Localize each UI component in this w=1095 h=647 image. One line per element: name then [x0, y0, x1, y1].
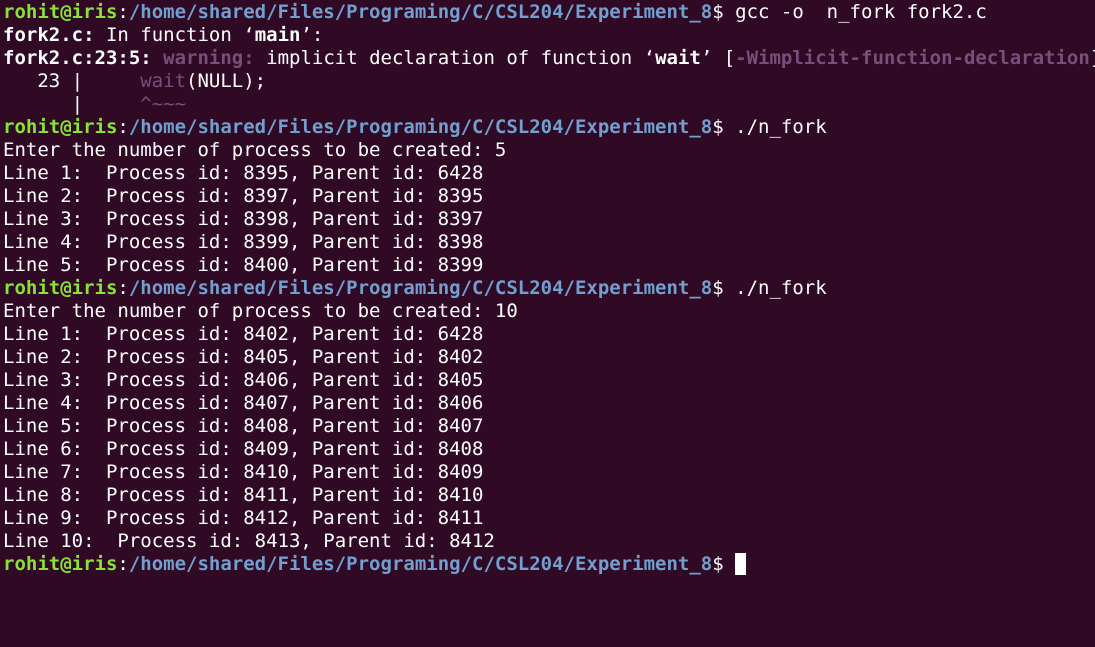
compiler-quote-open: ‘: [643, 47, 656, 69]
compiler-caret-line: | ^~~~: [3, 93, 1095, 116]
compiler-caret: ^~~~: [140, 93, 187, 115]
compiler-quote-close: ’ [: [700, 47, 736, 69]
terminal-line-prompt-active[interactable]: rohit@iris:/home/shared/Files/Programing…: [3, 553, 1095, 576]
output-line: Line 5: Process id: 8400, Parent id: 839…: [3, 254, 484, 276]
compiler-bracket-close: ]: [1090, 47, 1095, 69]
prompt-path: /home/shared/Files/Programing/C/CSL204/E…: [128, 277, 713, 299]
terminal-line-prompt: rohit@iris:/home/shared/Files/Programing…: [3, 116, 1095, 139]
prompt-path: /home/shared/Files/Programing/C/CSL204/E…: [128, 553, 713, 575]
terminal-window[interactable]: rohit@iris:/home/shared/Files/Programing…: [0, 0, 1095, 647]
command-text: gcc -o n_fork fork2.c: [735, 1, 987, 23]
compiler-text: In function: [94, 24, 244, 46]
prompt-symbol: $: [712, 1, 736, 23]
compiler-source-line: 23 | wait(NULL);: [3, 70, 1095, 93]
output-line: Line 3: Process id: 8398, Parent id: 839…: [3, 208, 484, 230]
command-text: ./n_fork: [735, 277, 827, 299]
compiler-location: fork2.c:23:5:: [3, 47, 152, 69]
compiler-warning-label: warning:: [163, 47, 255, 69]
terminal-line-prompt: rohit@iris:/home/shared/Files/Programing…: [3, 1, 1095, 24]
terminal-cursor[interactable]: [735, 553, 747, 575]
prompt-path: /home/shared/Files/Programing/C/CSL204/E…: [128, 1, 713, 23]
compiler-warning-text: implicit declaration of function: [254, 47, 644, 69]
prompt-user-host: rohit@iris: [3, 553, 118, 575]
output-line: Line 1: Process id: 8395, Parent id: 642…: [3, 162, 484, 184]
prompt-user-host: rohit@iris: [3, 277, 118, 299]
output-line: Line 5: Process id: 8408, Parent id: 840…: [3, 415, 484, 437]
compiler-quote-open: ‘: [243, 24, 255, 46]
prompt-user-host: rohit@iris: [3, 1, 118, 23]
output-line: Line 2: Process id: 8405, Parent id: 840…: [3, 346, 484, 368]
output-line: Line 4: Process id: 8407, Parent id: 840…: [3, 392, 484, 414]
output-line: Line 3: Process id: 8406, Parent id: 840…: [3, 369, 484, 391]
command-text: ./n_fork: [735, 116, 827, 138]
output-line: Line 9: Process id: 8412, Parent id: 841…: [3, 507, 484, 529]
output-line: Line 6: Process id: 8409, Parent id: 840…: [3, 438, 484, 460]
compiler-function-name: main: [254, 24, 301, 46]
prompt-user-host: rohit@iris: [3, 116, 118, 138]
compiler-warning-line: fork2.c:23:5: warning: implicit declarat…: [3, 47, 1095, 70]
prompt-symbol: $: [712, 553, 736, 575]
compiler-space: [152, 47, 163, 69]
compiler-code: (NULL);: [186, 70, 267, 92]
output-line: Line 2: Process id: 8397, Parent id: 839…: [3, 185, 484, 207]
compiler-quote-close: ’:: [300, 24, 324, 46]
compiler-code-highlight: wait: [140, 70, 187, 92]
compiler-gutter: |: [3, 93, 141, 115]
compiler-warning-flag: -Wimplicit-function-declaration: [735, 47, 1090, 69]
prompt-colon: :: [117, 116, 129, 138]
prompt-colon: :: [117, 277, 129, 299]
compiler-function-name: wait: [655, 47, 701, 69]
prompt-symbol: $: [712, 116, 736, 138]
compiler-message-line: fork2.c: In function ‘main’:: [3, 24, 1095, 47]
prompt-path: /home/shared/Files/Programing/C/CSL204/E…: [128, 116, 713, 138]
output-line: Line 8: Process id: 8411, Parent id: 841…: [3, 484, 484, 506]
output-line: Line 10: Process id: 8413, Parent id: 84…: [3, 530, 495, 552]
compiler-file: fork2.c:: [3, 24, 95, 46]
output-line: Enter the number of process to be create…: [3, 139, 507, 161]
compiler-gutter: 23 |: [3, 70, 141, 92]
output-line: Line 1: Process id: 8402, Parent id: 642…: [3, 323, 484, 345]
output-line: Enter the number of process to be create…: [3, 300, 518, 322]
output-line: Line 4: Process id: 8399, Parent id: 839…: [3, 231, 484, 253]
prompt-colon: :: [117, 1, 129, 23]
terminal-line-prompt: rohit@iris:/home/shared/Files/Programing…: [3, 277, 1095, 300]
output-line: Line 7: Process id: 8410, Parent id: 840…: [3, 461, 484, 483]
prompt-colon: :: [117, 553, 129, 575]
prompt-symbol: $: [712, 277, 736, 299]
